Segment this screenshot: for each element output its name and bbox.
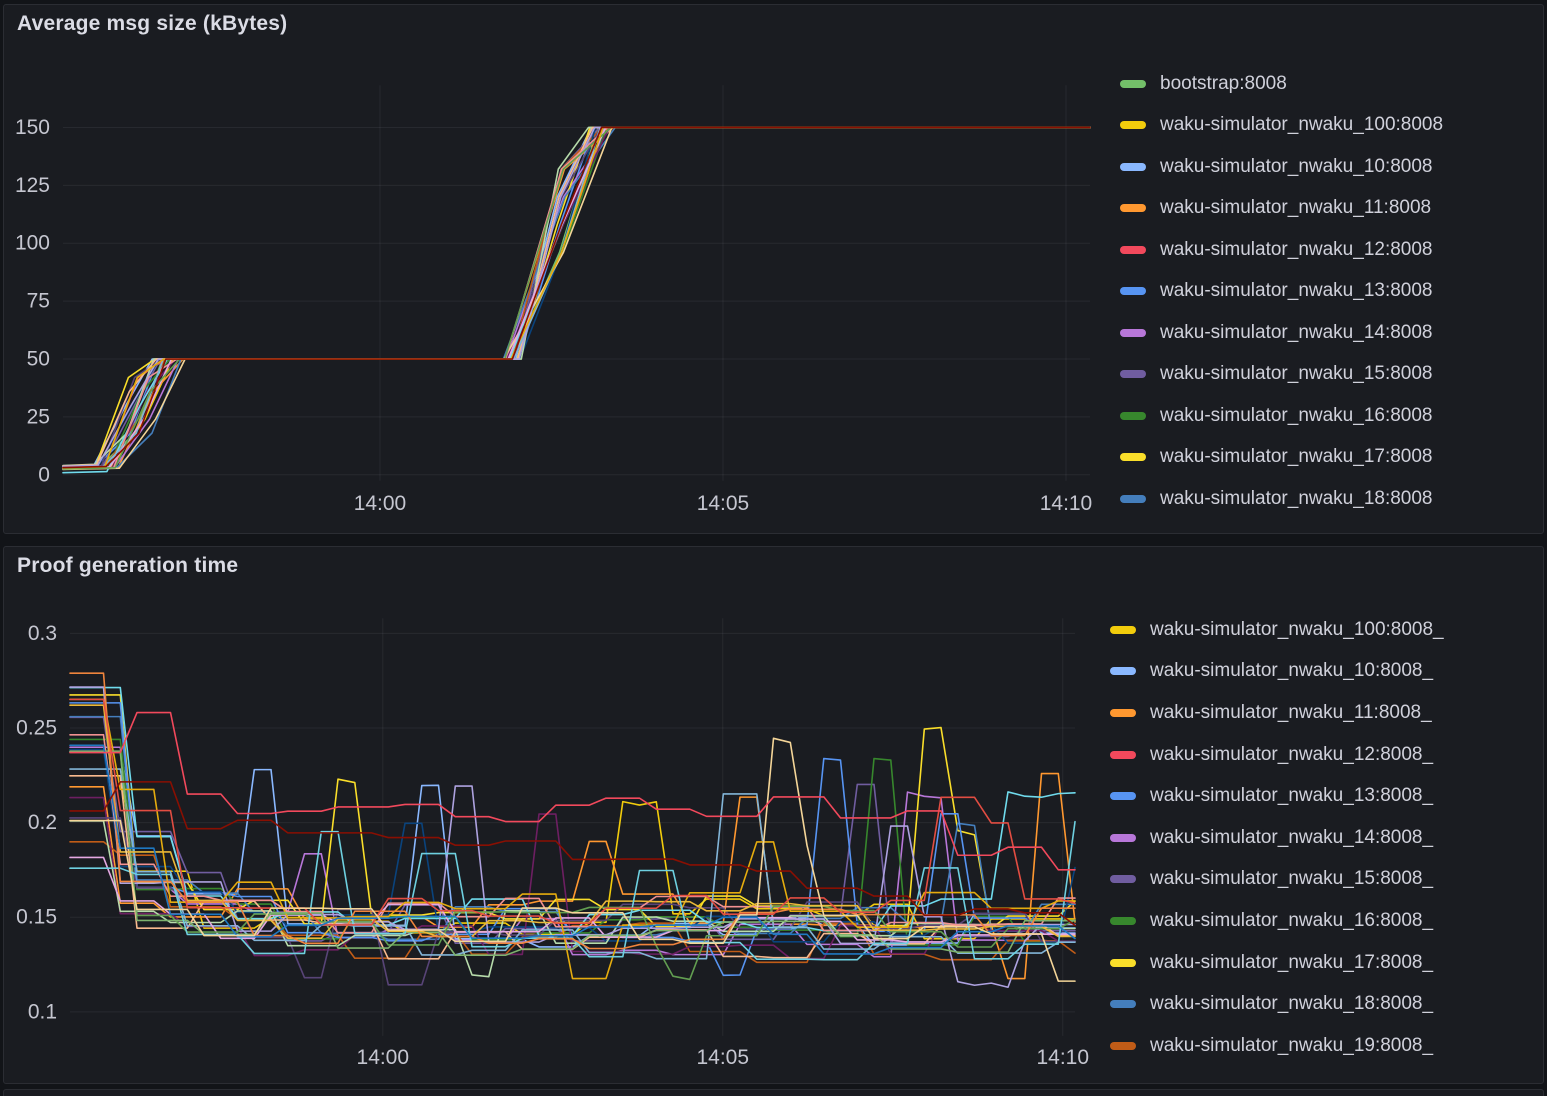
y-axis-tick-label: 0.2 — [28, 811, 57, 834]
legend-item[interactable]: waku-simulator_nwaku_14:8008 — [1120, 312, 1443, 354]
legend-label: waku-simulator_nwaku_13:8008 — [1160, 280, 1433, 302]
legend-swatch — [1110, 917, 1136, 925]
y-axis-tick-label: 0.1 — [28, 1000, 57, 1023]
legend-item[interactable]: waku-simulator_nwaku_12:8008_ — [1110, 734, 1444, 776]
legend-item[interactable]: waku-simulator_nwaku_16:8008_ — [1110, 900, 1444, 942]
legend-label: waku-simulator_nwaku_18:8008 — [1160, 488, 1433, 510]
legend-item[interactable]: waku-simulator_nwaku_15:8008 — [1120, 354, 1443, 396]
series-lines — [70, 673, 1075, 987]
y-axis-tick-label: 125 — [15, 174, 50, 197]
legend-swatch — [1110, 1000, 1136, 1008]
legend-label: waku-simulator_nwaku_15:8008 — [1160, 363, 1433, 385]
legend-swatch — [1120, 163, 1146, 171]
legend-label: waku-simulator_nwaku_100:8008_ — [1150, 619, 1444, 641]
legend-swatch — [1120, 453, 1146, 461]
legend-label: waku-simulator_nwaku_10:8008 — [1160, 156, 1433, 178]
legend-swatch — [1120, 370, 1146, 378]
legend-swatch — [1120, 121, 1146, 129]
legend-label: waku-simulator_nwaku_13:8008_ — [1150, 785, 1433, 807]
legend-item[interactable]: waku-simulator_nwaku_19:8008_ — [1110, 1025, 1444, 1067]
series-line — [63, 127, 1090, 468]
panel-proof-generation-time: Proof generation time 0.10.150.20.250.31… — [3, 546, 1544, 1084]
legend-item[interactable]: waku-simulator_nwaku_17:8008_ — [1110, 942, 1444, 984]
y-axis-tick-label: 50 — [27, 347, 50, 370]
legend-item[interactable]: bootstrap:8008 — [1120, 63, 1443, 105]
panel-average-msg-size: Average msg size (kBytes) 02550751001251… — [3, 4, 1544, 534]
legend-label: waku-simulator_nwaku_12:8008 — [1160, 239, 1433, 261]
x-axis-tick-label: 14:10 — [1040, 492, 1092, 515]
legend-label: bootstrap:8008 — [1160, 73, 1287, 95]
x-axis-tick-label: 14:05 — [697, 1046, 749, 1069]
legend-item[interactable]: waku-simulator_nwaku_18:8008_ — [1110, 983, 1444, 1025]
legend-swatch — [1110, 709, 1136, 717]
legend-swatch — [1120, 246, 1146, 254]
legend-swatch — [1110, 834, 1136, 842]
legend-item[interactable]: waku-simulator_nwaku_100:8008 — [1120, 105, 1443, 147]
legend-swatch — [1110, 751, 1136, 759]
y-axis-tick-label: 0.25 — [16, 716, 57, 739]
series-lines — [63, 127, 1090, 472]
legend-item[interactable]: waku-simulator_nwaku_11:8008_ — [1110, 692, 1444, 734]
legend-item[interactable]: waku-simulator_nwaku_14:8008_ — [1110, 817, 1444, 859]
y-axis-tick-label: 0.3 — [28, 622, 57, 645]
legend-swatch — [1120, 80, 1146, 88]
dashboard: Average msg size (kBytes) 02550751001251… — [0, 0, 1547, 1096]
legend-label: waku-simulator_nwaku_17:8008_ — [1150, 952, 1433, 974]
next-panel-row-edge — [3, 1089, 1544, 1096]
legend-swatch — [1110, 792, 1136, 800]
legend-swatch — [1110, 1042, 1136, 1050]
legend-item[interactable]: waku-simulator_nwaku_16:8008 — [1120, 395, 1443, 437]
legend-label: waku-simulator_nwaku_16:8008 — [1160, 405, 1433, 427]
legend: bootstrap:8008 waku-simulator_nwaku_100:8… — [1120, 63, 1443, 520]
legend-label: waku-simulator_nwaku_10:8008_ — [1150, 660, 1433, 682]
x-axis-tick-label: 14:05 — [697, 492, 749, 515]
y-axis-tick-label: 150 — [15, 116, 50, 139]
legend-swatch — [1110, 667, 1136, 675]
legend-item[interactable]: waku-simulator_nwaku_10:8008_ — [1110, 651, 1444, 693]
legend-swatch — [1110, 959, 1136, 967]
x-axis-tick-label: 14:00 — [357, 1046, 409, 1069]
legend-swatch — [1110, 875, 1136, 883]
legend-item[interactable]: waku-simulator_nwaku_100:8008_ — [1110, 609, 1444, 651]
y-axis-tick-label: 75 — [27, 290, 50, 313]
y-axis-tick-label: 0.15 — [16, 906, 57, 929]
y-axis-tick-label: 100 — [15, 232, 50, 255]
legend-item[interactable]: waku-simulator_nwaku_13:8008_ — [1110, 775, 1444, 817]
legend-item[interactable]: waku-simulator_nwaku_12:8008 — [1120, 229, 1443, 271]
legend-swatch — [1120, 287, 1146, 295]
legend-item[interactable]: waku-simulator_nwaku_10:8008 — [1120, 146, 1443, 188]
legend-label: waku-simulator_nwaku_11:8008 — [1160, 197, 1431, 219]
legend-label: waku-simulator_nwaku_12:8008_ — [1150, 744, 1433, 766]
y-axis-tick-label: 0 — [38, 463, 50, 486]
legend-label: waku-simulator_nwaku_11:8008_ — [1150, 702, 1432, 724]
legend-label: waku-simulator_nwaku_18:8008_ — [1150, 993, 1433, 1015]
legend-item[interactable]: waku-simulator_nwaku_13:8008 — [1120, 271, 1443, 313]
x-axis-tick-label: 14:10 — [1037, 1046, 1089, 1069]
legend-swatch — [1120, 412, 1146, 420]
legend-swatch — [1120, 204, 1146, 212]
legend-label: waku-simulator_nwaku_17:8008 — [1160, 446, 1433, 468]
legend-swatch — [1120, 495, 1146, 503]
legend-item[interactable]: waku-simulator_nwaku_18:8008 — [1120, 478, 1443, 520]
legend-label: waku-simulator_nwaku_14:8008_ — [1150, 827, 1433, 849]
legend-swatch — [1120, 329, 1146, 337]
x-axis-tick-label: 14:00 — [354, 492, 406, 515]
legend-label: waku-simulator_nwaku_100:8008 — [1160, 114, 1443, 136]
axis-tick-labels: 0 25 50 75 100 125 150 14:00 14:05 14:10 — [15, 116, 1092, 515]
legend-label: waku-simulator_nwaku_15:8008_ — [1150, 868, 1433, 890]
legend-label: waku-simulator_nwaku_16:8008_ — [1150, 910, 1433, 932]
y-axis-tick-label: 25 — [27, 405, 50, 428]
legend-item[interactable]: waku-simulator_nwaku_17:8008 — [1120, 437, 1443, 479]
legend-label: waku-simulator_nwaku_19:8008_ — [1150, 1035, 1433, 1057]
gridlines — [70, 618, 1075, 1036]
legend: waku-simulator_nwaku_100:8008_ waku-simul… — [1110, 609, 1444, 1067]
legend-item[interactable]: waku-simulator_nwaku_11:8008 — [1120, 188, 1443, 230]
legend-item[interactable]: waku-simulator_nwaku_15:8008_ — [1110, 859, 1444, 901]
legend-swatch — [1110, 626, 1136, 634]
legend-label: waku-simulator_nwaku_14:8008 — [1160, 322, 1433, 344]
